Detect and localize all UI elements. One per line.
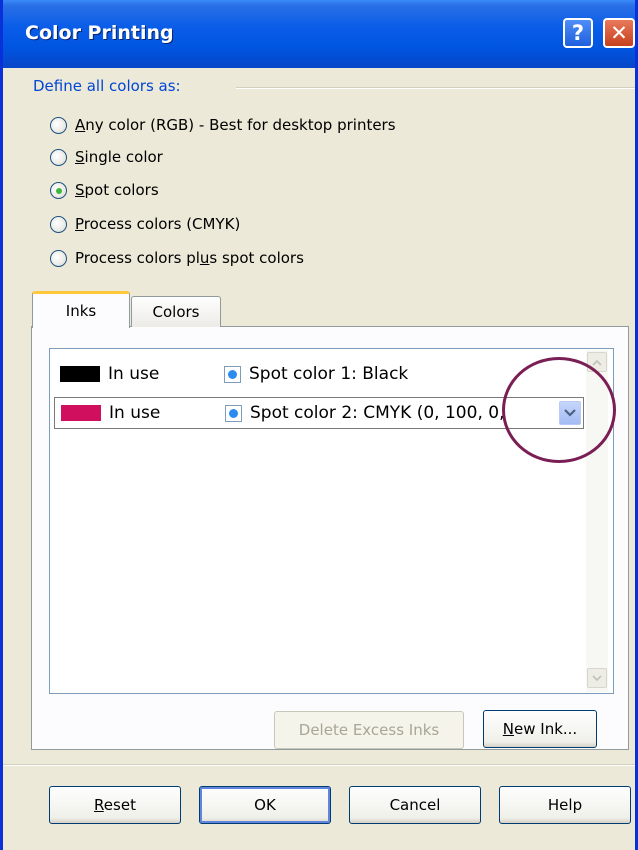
radio-button[interactable] xyxy=(50,148,67,166)
vertical-scrollbar[interactable] xyxy=(586,350,608,692)
radio-any-color-rgb[interactable]: Any color (RGB) - Best for desktop print… xyxy=(50,113,396,137)
dialog-title: Color Printing xyxy=(25,22,174,44)
close-button[interactable]: ✕ xyxy=(603,18,635,48)
cancel-button[interactable]: Cancel xyxy=(349,786,481,824)
section-divider xyxy=(236,87,635,89)
chevron-down-icon xyxy=(564,409,576,417)
tab-inks[interactable]: Inks xyxy=(32,291,130,328)
title-bar[interactable]: Color Printing ? ✕ xyxy=(3,0,635,68)
radio-process-colors-cmyk[interactable]: Process colors (CMYK) xyxy=(50,212,240,236)
chevron-up-icon xyxy=(592,359,602,366)
ink-swatch xyxy=(60,366,100,382)
ink-radio-icon xyxy=(225,404,242,422)
ink-status: In use xyxy=(108,364,160,384)
help-title-button[interactable]: ? xyxy=(563,18,593,48)
ok-button[interactable]: OK xyxy=(199,786,331,824)
chevron-down-icon xyxy=(592,674,602,681)
help-button[interactable]: Help xyxy=(499,786,631,824)
radio-label: Process colors plus spot colors xyxy=(75,249,304,267)
reset-label: Reset xyxy=(94,796,136,814)
radio-label: Any color (RGB) - Best for desktop print… xyxy=(75,116,396,134)
define-colors-label: Define all colors as: xyxy=(33,77,181,95)
radio-label: Single color xyxy=(75,148,163,166)
ink-name: Spot color 1: Black xyxy=(249,364,409,384)
radio-button-checked[interactable] xyxy=(50,181,67,199)
tab-colors[interactable]: Colors xyxy=(131,296,221,327)
ink-swatch xyxy=(61,405,101,421)
ink-radio-icon xyxy=(224,365,241,383)
new-ink-button[interactable]: New Ink... xyxy=(483,710,597,748)
new-ink-label: New Ink... xyxy=(502,720,578,738)
ink-dropdown-button[interactable] xyxy=(559,401,581,425)
radio-button[interactable] xyxy=(50,116,67,134)
ink-row-spot-2[interactable]: In use Spot color 2: CMYK (0, 100, 0, xyxy=(54,397,584,429)
radio-process-plus-spot[interactable]: Process colors plus spot colors xyxy=(50,246,304,270)
ink-status: In use xyxy=(109,403,161,423)
radio-button[interactable] xyxy=(50,249,67,267)
close-icon: ✕ xyxy=(610,21,628,45)
radio-button[interactable] xyxy=(50,215,67,233)
reset-button[interactable]: Reset xyxy=(49,786,181,824)
inks-list[interactable]: In use Spot color 1: Black In use Spot c… xyxy=(49,348,614,694)
ink-row-spot-1[interactable]: In use Spot color 1: Black xyxy=(54,358,584,390)
scroll-up-button[interactable] xyxy=(587,352,607,372)
footer-divider xyxy=(3,764,635,766)
ink-name: Spot color 2: CMYK (0, 100, 0, xyxy=(250,403,505,423)
question-mark-icon: ? xyxy=(571,21,585,45)
color-printing-dialog: Color Printing ? ✕ Define all colors as:… xyxy=(0,0,638,850)
radio-single-color[interactable]: Single color xyxy=(50,145,163,169)
radio-spot-colors[interactable]: Spot colors xyxy=(50,178,159,202)
radio-label: Spot colors xyxy=(75,181,159,199)
scroll-down-button[interactable] xyxy=(587,668,607,688)
radio-label: Process colors (CMYK) xyxy=(75,215,241,233)
delete-excess-inks-button[interactable]: Delete Excess Inks xyxy=(274,711,464,749)
